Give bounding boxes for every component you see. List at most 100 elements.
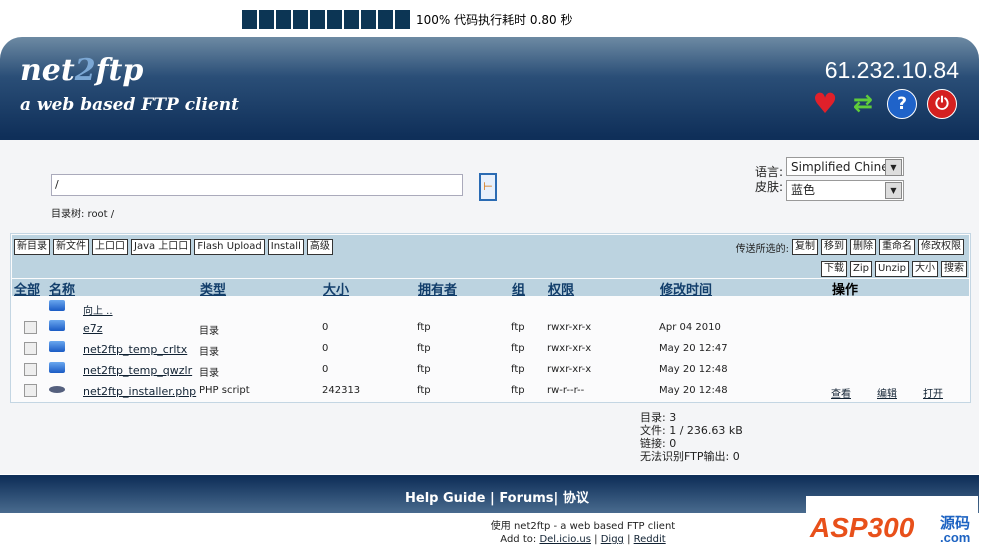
- toolbar-button[interactable]: Zip: [849, 261, 872, 277]
- sort-size[interactable]: 大小: [323, 279, 349, 298]
- progress-block: [395, 10, 410, 29]
- action-link[interactable]: 打开: [923, 385, 943, 400]
- table-header: 全部 名称 类型 大小 拥有者 组 权限 修改时间 操作: [12, 279, 969, 298]
- file-type: 目录: [199, 368, 219, 379]
- logo-subtitle: a web based FTP client: [20, 95, 239, 115]
- logout-icon[interactable]: ⏻: [927, 89, 957, 119]
- sort-group[interactable]: 组: [512, 279, 525, 298]
- table-row-up[interactable]: 向上 ..: [11, 298, 968, 318]
- file-name-link[interactable]: net2ftp_installer.php: [83, 385, 196, 398]
- delicious-link[interactable]: Del.icio.us: [539, 534, 591, 545]
- watermark-com: .com: [940, 530, 971, 545]
- progress-block: [293, 10, 308, 29]
- file-type: 目录: [199, 326, 219, 337]
- sort-type[interactable]: 类型: [200, 279, 226, 298]
- file-group: ftp: [511, 343, 525, 354]
- row-checkbox[interactable]: [24, 321, 37, 334]
- toolbar-button[interactable]: 移到: [821, 239, 847, 255]
- file-name-link[interactable]: net2ftp_temp_crltx: [83, 343, 187, 356]
- table-row: net2ftp_temp_crltx 目录 0 ftp ftp rwxr-xr-x May …: [11, 339, 968, 359]
- file-size: 0: [322, 322, 329, 333]
- file-perms: rwxr-xr-x: [547, 364, 592, 375]
- heart-icon[interactable]: ♥: [811, 87, 839, 120]
- file-type: PHP script: [199, 385, 250, 396]
- skin-label: 皮肤:: [755, 180, 784, 194]
- file-size: 242313: [322, 385, 361, 396]
- row-checkbox[interactable]: [24, 342, 37, 355]
- skin-select[interactable]: 蓝色 ▼: [786, 180, 904, 201]
- license-link[interactable]: 协议: [563, 491, 589, 506]
- progress-block: [327, 10, 342, 29]
- up-link[interactable]: 向上 ..: [83, 302, 113, 317]
- file-owner: ftp: [417, 322, 431, 333]
- progress-block: [344, 10, 359, 29]
- file-name-link[interactable]: net2ftp_temp_qwzlr: [83, 364, 192, 377]
- folder-icon: [49, 341, 65, 352]
- chevron-down-icon: ▼: [885, 159, 902, 176]
- file-group: ftp: [511, 322, 525, 333]
- logo-text: net: [20, 53, 75, 88]
- sort-perms[interactable]: 权限: [548, 279, 574, 298]
- toolbar-button[interactable]: 上口口: [92, 239, 128, 255]
- toolbar-button[interactable]: 新文件: [53, 239, 89, 255]
- toolbar-button[interactable]: Java 上口口: [131, 239, 192, 255]
- file-size: 0: [322, 343, 329, 354]
- file-perms: rwxr-xr-x: [547, 322, 592, 333]
- table-row: net2ftp_temp_qwzlr 目录 0 ftp ftp rwxr-xr-x May …: [11, 360, 968, 380]
- progress-bar: 100% 代码执行耗时 0.80 秒: [242, 10, 572, 29]
- path-input[interactable]: /: [51, 174, 463, 196]
- toolbar-button[interactable]: 高级: [306, 239, 333, 255]
- forums-link[interactable]: Forums: [499, 491, 553, 506]
- toolbar-button[interactable]: 修改权限: [918, 239, 964, 255]
- toolbar-button[interactable]: 删除: [850, 239, 876, 255]
- file-mtime: May 20 12:48: [659, 385, 728, 396]
- progress-block: [276, 10, 291, 29]
- selected-label: 传送所选的:: [735, 243, 789, 255]
- language-select[interactable]: Simplified Chine: ▼: [786, 157, 904, 176]
- watermark-logo: ASP300 源码 .com: [806, 496, 978, 550]
- folder-icon: [49, 320, 65, 331]
- toolbar-button[interactable]: 搜索: [941, 261, 967, 277]
- row-checkbox[interactable]: [24, 384, 37, 397]
- toolbar-button[interactable]: Unzip: [874, 261, 909, 277]
- progress-text: 100% 代码执行耗时 0.80 秒: [416, 13, 573, 27]
- summary: 目录: 3 文件: 1 / 236.63 kB 链接: 0 无法识别FTP输出:…: [640, 411, 743, 463]
- row-checkbox[interactable]: [24, 363, 37, 376]
- toolbar-button[interactable]: 大小: [912, 261, 938, 277]
- toolbar-button[interactable]: 下载: [820, 261, 847, 277]
- file-owner: ftp: [417, 343, 431, 354]
- summary-files: 文件: 1 / 236.63 kB: [640, 424, 743, 437]
- toolbar-button[interactable]: Install: [267, 239, 304, 255]
- sort-name[interactable]: 名称: [49, 279, 75, 298]
- header: net2ftp a web based FTP client 61.232.10…: [0, 37, 979, 140]
- actions-header: 操作: [832, 283, 859, 298]
- file-mtime: Apr 04 2010: [659, 322, 721, 333]
- select-all-link[interactable]: 全部: [14, 279, 40, 298]
- file-group: ftp: [511, 385, 525, 396]
- file-name-link[interactable]: e7z: [83, 322, 103, 335]
- toolbar-button[interactable]: Flash Upload: [194, 239, 265, 255]
- toolbar-button[interactable]: 重命名: [879, 239, 915, 255]
- language-value: Simplified Chine:: [791, 160, 893, 174]
- directory-tree-button[interactable]: ⊢: [479, 173, 497, 201]
- progress-block: [361, 10, 376, 29]
- sort-owner[interactable]: 拥有者: [418, 279, 457, 298]
- digg-link[interactable]: Digg: [601, 534, 624, 545]
- file-type: 目录: [199, 347, 219, 358]
- file-mtime: May 20 12:47: [659, 343, 728, 354]
- action-link[interactable]: 查看: [831, 385, 851, 400]
- logo-text: 2: [74, 53, 96, 88]
- skin-value: 蓝色: [791, 183, 816, 197]
- reddit-link[interactable]: Reddit: [634, 534, 666, 545]
- logo: net2ftp: [20, 53, 143, 88]
- folder-icon: [49, 300, 65, 311]
- toolbar-button[interactable]: 新目录: [14, 239, 50, 255]
- action-link[interactable]: 编辑: [877, 385, 897, 400]
- toolbar-button[interactable]: 复制: [792, 239, 818, 255]
- file-perms: rw-r--r--: [547, 385, 585, 396]
- sort-mtime[interactable]: 修改时间: [660, 279, 712, 298]
- logo-text: ftp: [95, 53, 144, 88]
- refresh-icon[interactable]: ⇄: [849, 89, 877, 117]
- help-guide-link[interactable]: Help Guide: [405, 491, 486, 506]
- help-icon[interactable]: ?: [887, 89, 917, 119]
